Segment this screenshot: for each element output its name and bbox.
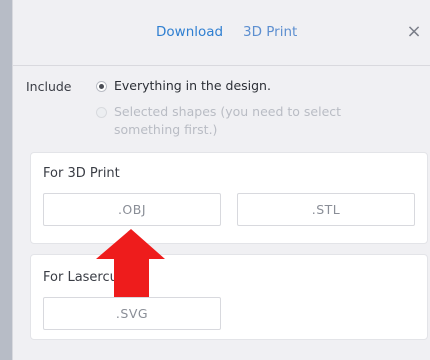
close-icon[interactable]: ×	[406, 23, 422, 41]
modal-header: Download 3D Print ×	[13, 0, 430, 66]
option-selected-shapes-label: Selected shapes (you need to select some…	[114, 104, 342, 137]
include-label: Include	[26, 79, 72, 94]
radio-everything[interactable]	[96, 81, 107, 92]
section-lasercut: For Lasercut .SVG	[30, 254, 428, 340]
export-svg-button[interactable]: .SVG	[43, 297, 221, 330]
option-everything-label[interactable]: Everything in the design.	[114, 77, 271, 95]
export-obj-button[interactable]: .OBJ	[43, 193, 221, 226]
section-title-lasercut: For Lasercut	[43, 270, 123, 285]
tab-download[interactable]: Download	[156, 24, 223, 40]
radio-selected-shapes	[96, 107, 107, 118]
download-modal: Download 3D Print × Include Everything i…	[12, 0, 430, 360]
tab-3d-print[interactable]: 3D Print	[243, 24, 297, 40]
backdrop-edge	[0, 0, 12, 360]
section-title-3d-print: For 3D Print	[43, 166, 120, 181]
export-stl-button[interactable]: .STL	[237, 193, 415, 226]
section-3d-print: For 3D Print .OBJ .STL	[30, 152, 428, 244]
